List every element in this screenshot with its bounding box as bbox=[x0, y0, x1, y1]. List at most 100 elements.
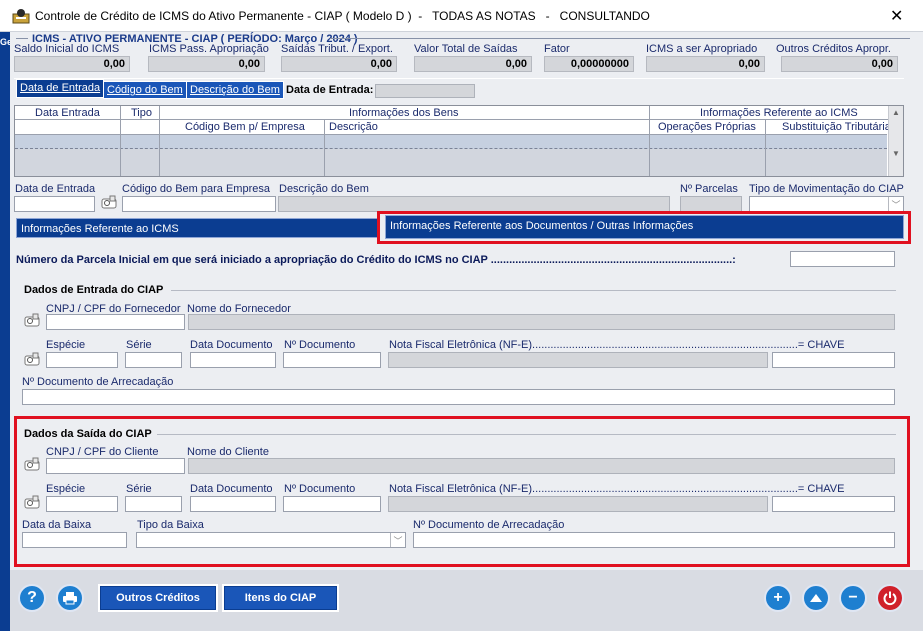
saida-arrecadacao-label: Nº Documento de Arrecadação bbox=[413, 519, 565, 531]
printer-icon bbox=[63, 592, 77, 605]
tab-data-entrada[interactable]: Data de Entrada bbox=[16, 79, 105, 98]
saldo-inicial-value: 0,00 bbox=[14, 56, 130, 72]
remove-button[interactable]: − bbox=[839, 584, 867, 612]
power-icon bbox=[883, 591, 897, 606]
scroll-down-icon[interactable]: ▼ bbox=[892, 149, 900, 158]
chevron-down-icon[interactable]: ﹀ bbox=[888, 197, 903, 211]
entrada-title: Dados de Entrada do CIAP bbox=[24, 284, 164, 296]
fator-value: 0,00000000 bbox=[544, 56, 634, 72]
section-divider bbox=[171, 290, 896, 291]
icms-apropriado-label: ICMS a ser Apropriado bbox=[646, 43, 758, 55]
minus-icon: − bbox=[848, 589, 858, 606]
entrada-especie-label: Espécie bbox=[46, 339, 86, 351]
data-entrada-input[interactable] bbox=[14, 196, 95, 212]
saida-chave-input[interactable] bbox=[772, 496, 895, 512]
lookup-icon[interactable] bbox=[23, 312, 41, 328]
saida-nfe-input bbox=[388, 496, 768, 512]
data-baixa-input[interactable] bbox=[22, 532, 127, 548]
lookup-icon[interactable] bbox=[23, 351, 41, 367]
entrada-n-doc-input[interactable] bbox=[283, 352, 381, 368]
entrada-especie-input[interactable] bbox=[46, 352, 118, 368]
tab-codigo-bem[interactable]: Código do Bem bbox=[103, 81, 187, 99]
n-parcelas-label: Nº Parcelas bbox=[680, 183, 738, 195]
saida-data-doc-input[interactable] bbox=[190, 496, 276, 512]
section-divider bbox=[157, 434, 896, 435]
lookup-icon[interactable] bbox=[100, 194, 118, 210]
lookup-icon[interactable] bbox=[23, 494, 41, 510]
entrada-nfe-input bbox=[388, 352, 768, 368]
tab-descricao-bem[interactable]: Descrição do Bem bbox=[186, 81, 284, 99]
tab-informacoes-documentos[interactable]: Informações Referente aos Documentos / O… bbox=[385, 215, 904, 239]
itens-ciap-button[interactable]: Itens do CIAP bbox=[222, 584, 339, 612]
data-baixa-label: Data da Baixa bbox=[22, 519, 92, 531]
help-button[interactable]: ? bbox=[18, 584, 46, 612]
entrada-arrecadacao-input[interactable] bbox=[22, 389, 895, 405]
fornecedor-nome-input bbox=[188, 314, 895, 330]
tipo-baixa-select[interactable]: ﹀ bbox=[136, 532, 406, 548]
grid-divider bbox=[765, 120, 766, 176]
icms-pass-value: 0,00 bbox=[148, 56, 265, 72]
window-title: Controle de Crédito de ICMS do Ativo Per… bbox=[35, 9, 650, 23]
grid-divider bbox=[324, 120, 325, 176]
col-tipo: Tipo bbox=[131, 107, 152, 119]
group-informacoes-icms: Informações Referente ao ICMS bbox=[700, 107, 858, 119]
saida-serie-input[interactable] bbox=[125, 496, 182, 512]
icms-pass-label: ICMS Pass. Apropriação bbox=[149, 43, 269, 55]
saida-n-doc-input[interactable] bbox=[283, 496, 381, 512]
data-entrada-label: Data de Entrada bbox=[15, 183, 96, 195]
exit-button[interactable] bbox=[876, 584, 904, 612]
saida-arrecadacao-input[interactable] bbox=[413, 532, 895, 548]
cliente-nome-label: Nome do Cliente bbox=[187, 446, 269, 458]
cliente-nome-input bbox=[188, 458, 895, 474]
saida-n-doc-label: Nº Documento bbox=[284, 483, 356, 495]
grid-scrollbar[interactable]: ▲ ▼ bbox=[888, 106, 903, 176]
entrada-data-doc-input[interactable] bbox=[190, 352, 276, 368]
saida-especie-label: Espécie bbox=[46, 483, 86, 495]
tipo-mov-select[interactable]: ﹀ bbox=[749, 196, 904, 212]
entrada-nfe-label: Nota Fiscal Eletrônica (NF-E)...........… bbox=[389, 339, 845, 351]
tab-informacoes-icms[interactable]: Informações Referente ao ICMS bbox=[16, 218, 378, 238]
saida-serie-label: Série bbox=[126, 483, 152, 495]
cliente-cnpj-input[interactable] bbox=[46, 458, 185, 474]
lookup-icon[interactable] bbox=[23, 456, 41, 472]
entrada-serie-input[interactable] bbox=[125, 352, 182, 368]
app-icon bbox=[12, 9, 30, 24]
outros-creditos-label: Outros Créditos Apropr. bbox=[776, 43, 891, 55]
codigo-bem-label: Código do Bem para Empresa bbox=[122, 183, 270, 195]
saida-title: Dados da Saída do CIAP bbox=[24, 428, 152, 440]
grid-row-selected[interactable] bbox=[15, 135, 887, 149]
grid-divider bbox=[159, 106, 160, 176]
search-date-input[interactable] bbox=[375, 84, 475, 98]
cliente-cnpj-label: CNPJ / CPF do Cliente bbox=[46, 446, 159, 458]
close-icon[interactable]: ✕ bbox=[890, 6, 903, 26]
entrada-chave-input[interactable] bbox=[772, 352, 895, 368]
grid-divider bbox=[120, 106, 121, 176]
scroll-up-icon[interactable]: ▲ bbox=[892, 108, 900, 117]
grid-divider bbox=[649, 106, 650, 176]
n-parcelas-input bbox=[680, 196, 742, 212]
chevron-down-icon[interactable]: ﹀ bbox=[390, 533, 405, 547]
codigo-bem-input[interactable] bbox=[122, 196, 276, 212]
triangle-up-icon bbox=[810, 594, 822, 602]
search-label: Data de Entrada: bbox=[286, 84, 374, 96]
saidas-tribut-label: Saídas Tribut. / Export. bbox=[281, 43, 393, 55]
add-button[interactable]: + bbox=[764, 584, 792, 612]
fornecedor-cnpj-input[interactable] bbox=[46, 314, 185, 330]
outros-creditos-button[interactable]: Outros Créditos bbox=[98, 584, 218, 612]
entrada-arrecadacao-label: Nº Documento de Arrecadação bbox=[22, 376, 174, 388]
col-substituicao-tributaria: Substituição Tributária bbox=[782, 121, 891, 133]
plus-icon: + bbox=[773, 589, 783, 606]
print-button[interactable] bbox=[56, 584, 84, 612]
entrada-serie-label: Série bbox=[126, 339, 152, 351]
saidas-tribut-value: 0,00 bbox=[281, 56, 397, 72]
fator-label: Fator bbox=[544, 43, 570, 55]
valor-total-saidas-value: 0,00 bbox=[414, 56, 532, 72]
col-operacoes-proprias: Operações Próprias bbox=[658, 121, 756, 133]
bens-grid[interactable]: Data Entrada Tipo Informações dos Bens I… bbox=[14, 105, 904, 177]
move-up-button[interactable] bbox=[802, 584, 830, 612]
parcela-input[interactable] bbox=[790, 251, 895, 267]
saida-especie-input[interactable] bbox=[46, 496, 118, 512]
header-line bbox=[330, 38, 910, 39]
left-strip: Ge bbox=[0, 32, 12, 631]
col-data-entrada: Data Entrada bbox=[35, 107, 100, 119]
